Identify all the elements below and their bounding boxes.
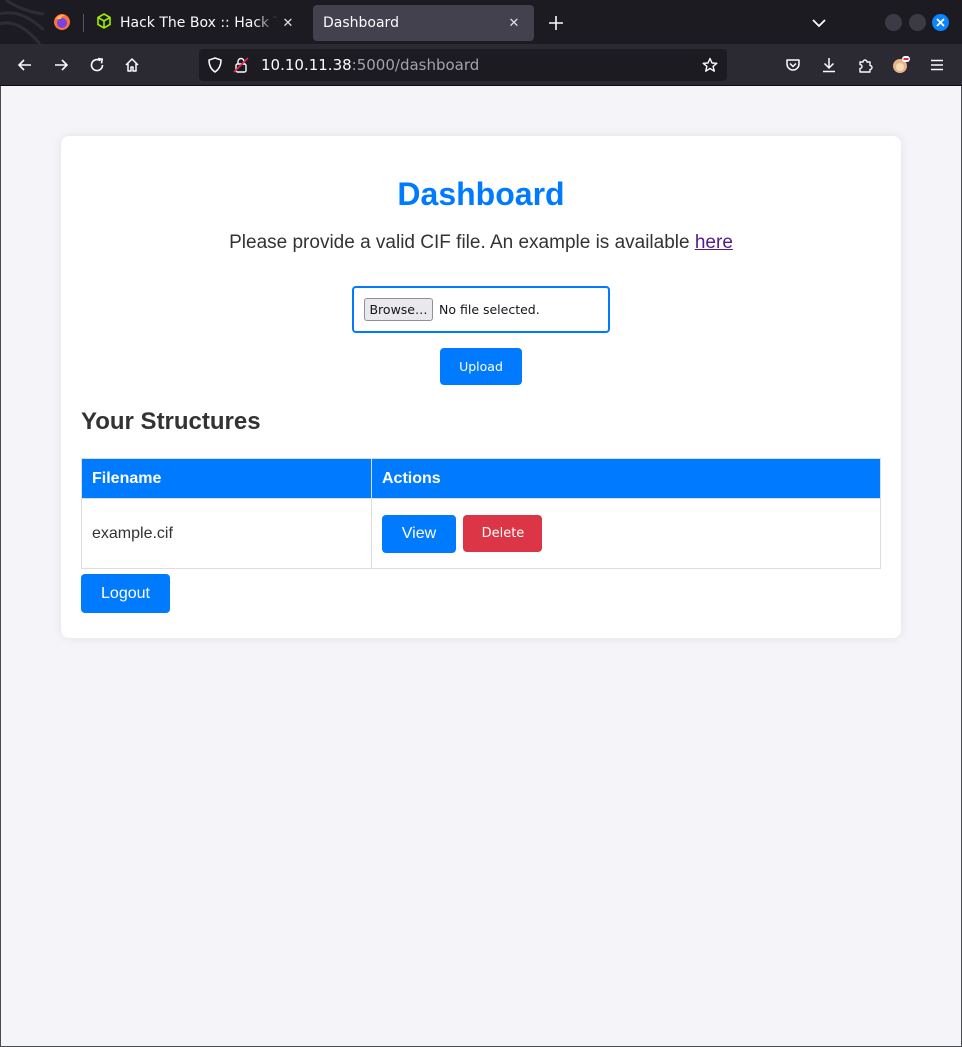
insecure-lock-icon[interactable] [231,55,251,75]
forward-arrow-icon[interactable] [46,50,76,80]
section-title: Your Structures [81,408,261,435]
minimize-window-button[interactable] [885,14,902,31]
url-path: :5000/dashboard [351,56,480,74]
tab-hackthebox[interactable]: Hack The Box :: Hack The Box ✕ [86,5,308,41]
extensions-puzzle-icon[interactable] [850,50,880,80]
url-host: 10.10.11.38 [261,56,352,74]
home-icon[interactable] [117,50,147,80]
pocket-icon[interactable] [778,50,808,80]
titlebar-decoration [0,0,44,44]
window-border [0,86,1,1047]
tab-close-icon[interactable]: ✕ [278,13,298,33]
close-window-button[interactable] [932,14,949,31]
browse-button[interactable]: Browse… [364,298,433,321]
hamburger-menu-icon[interactable] [922,50,952,80]
filename-cell: example.cif [81,498,372,569]
actions-cell: View Delete [371,498,881,569]
upload-button[interactable]: Upload [440,348,522,385]
column-header-actions: Actions [371,458,881,499]
navigation-toolbar: 10.10.11.38:5000/dashboard [0,44,962,86]
table-header-row: Filename Actions [81,458,881,499]
delete-button[interactable]: Delete [463,515,543,552]
firefox-view-icon[interactable] [44,4,80,40]
page-title: Dashboard [397,176,565,212]
intro-message: Please provide a valid CIF file. An exam… [229,232,695,253]
new-tab-icon[interactable] [541,8,571,38]
tab-label: Dashboard [323,15,399,31]
bookmark-star-icon[interactable] [700,55,720,75]
list-all-tabs-icon[interactable] [804,8,834,38]
cif-file-input[interactable]: Browse… No file selected. [352,286,610,333]
tracking-shield-icon[interactable] [205,55,225,75]
tab-strip: Hack The Box :: Hack The Box ✕ Dashboard… [0,0,962,44]
logout-button[interactable]: Logout [81,574,170,613]
page-viewport: Dashboard Please provide a valid CIF fil… [1,86,961,1046]
address-bar[interactable]: 10.10.11.38:5000/dashboard [199,49,727,81]
downloads-icon[interactable] [814,50,844,80]
view-button[interactable]: View [382,514,456,553]
reload-icon[interactable] [82,50,112,80]
tab-close-icon[interactable]: ✕ [504,13,524,33]
back-arrow-icon[interactable] [10,50,40,80]
dashboard-card: Dashboard Please provide a valid CIF fil… [61,136,901,638]
maximize-window-button[interactable] [909,14,926,31]
table-row: example.cif View Delete [81,498,881,569]
file-status-text: No file selected. [439,302,540,317]
url-text[interactable]: 10.10.11.38:5000/dashboard [261,49,479,81]
extension-avatar-icon[interactable] [886,50,916,80]
structures-table: Filename Actions example.cif View Delete [81,458,881,569]
tab-separator [83,14,84,32]
intro-text: Please provide a valid CIF file. An exam… [61,232,901,254]
tab-dashboard[interactable]: Dashboard ✕ [313,5,534,41]
example-file-link[interactable]: here [695,232,733,253]
column-header-filename: Filename [81,458,372,499]
tab-label: Hack The Box :: Hack The Box [120,15,278,31]
hackthebox-favicon-icon [96,13,112,33]
